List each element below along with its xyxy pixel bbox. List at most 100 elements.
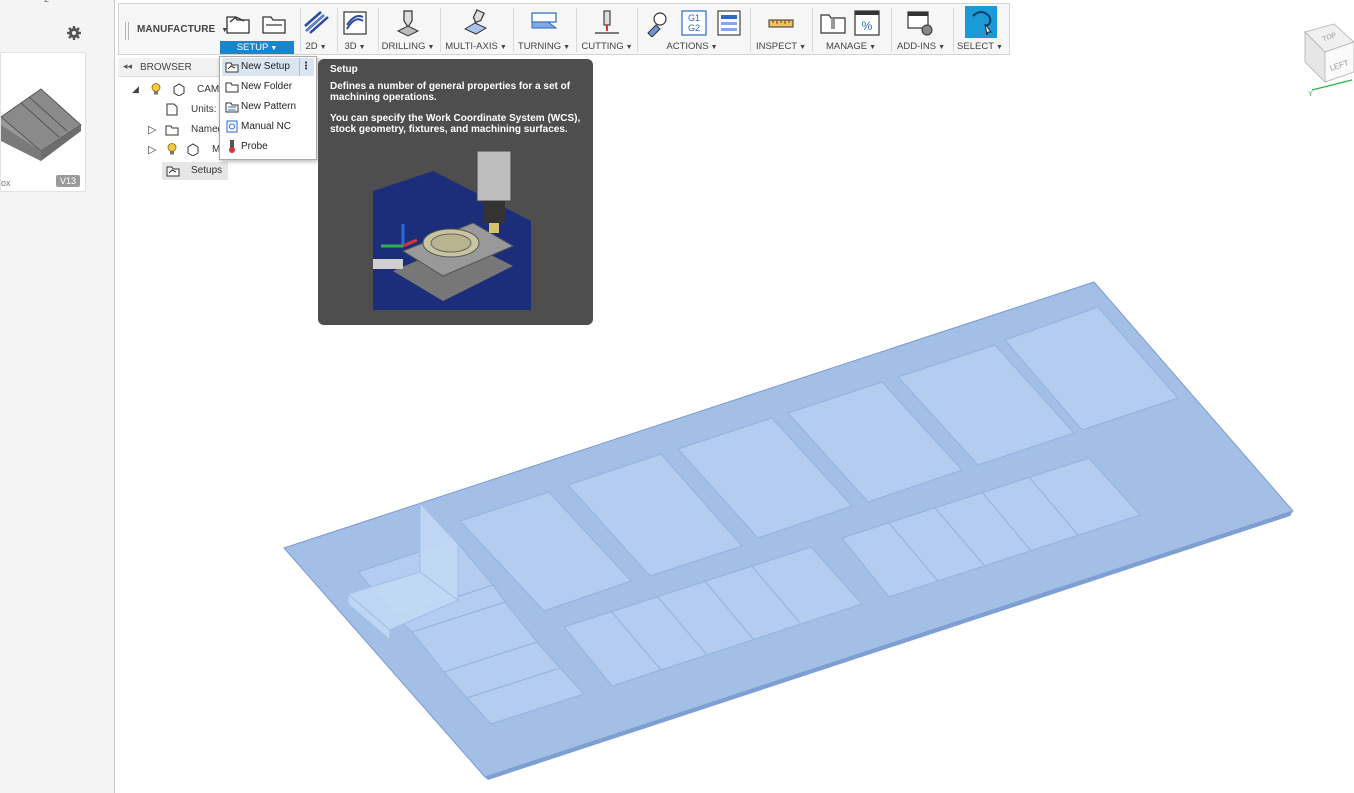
inspect-group[interactable]: INSPECT ▼ — [754, 4, 808, 54]
2d-group[interactable]: 2D ▼ — [301, 4, 331, 54]
separator — [576, 8, 577, 52]
menu-item-label: New Folder — [241, 81, 293, 92]
tree-row-cam[interactable]: ◢ CAM — [130, 81, 230, 99]
setup-group[interactable]: SETUP ▼ — [220, 4, 294, 54]
drilling-group[interactable]: DRILLING ▼ — [381, 4, 435, 54]
workspace-label: MANUFACTURE — [137, 24, 216, 35]
cutting-group-label: CUTTING ▼ — [581, 41, 633, 52]
toolbar: MANUFACTURE ▼ SETUP ▼ 2D ▼ 3D ▼ DRILLING… — [118, 3, 1010, 55]
toolbar-grip[interactable] — [125, 22, 129, 40]
menu-item-manual-nc[interactable]: Manual NC — [222, 118, 314, 136]
separator — [953, 8, 954, 52]
multi-axis-icon[interactable] — [462, 9, 490, 37]
model-icon — [187, 143, 199, 156]
separator — [513, 8, 514, 52]
viewcube[interactable]: TOP LEFT Y — [1300, 20, 1354, 100]
post-library-icon[interactable]: % — [853, 9, 881, 37]
2d-group-label: 2D ▼ — [305, 41, 327, 52]
select-group[interactable]: SELECT ▼ — [955, 4, 1005, 54]
data-panel: 2 ox V13 — [0, 0, 115, 793]
manage-group-label: MANAGE ▼ — [825, 41, 877, 52]
setup-illustration — [373, 151, 531, 310]
tree-label: Units: r — [191, 104, 223, 115]
simulate-icon[interactable] — [644, 9, 672, 37]
menu-item-label: New Pattern — [241, 101, 297, 112]
percent-text: % — [862, 19, 873, 33]
multi-axis-group[interactable]: MULTI-AXIS ▼ — [444, 4, 508, 54]
setups-icon — [166, 166, 180, 177]
design-thumbnail[interactable]: ox V13 — [0, 52, 86, 192]
separator — [378, 8, 379, 52]
measure-icon[interactable] — [767, 9, 795, 37]
cam-icon — [173, 83, 185, 96]
inspect-group-label: INSPECT ▼ — [755, 41, 807, 52]
turning-icon[interactable] — [530, 9, 558, 37]
expand-triangle-icon[interactable]: ◢ — [132, 84, 139, 95]
menu-item-new-pattern[interactable]: New Pattern — [222, 98, 314, 116]
3d-group[interactable]: 3D ▼ — [338, 4, 372, 54]
design-name: ox — [1, 178, 11, 188]
turning-group-label: TURNING ▼ — [517, 41, 571, 52]
actions-group-label: ACTIONS ▼ — [666, 41, 718, 52]
separator — [891, 8, 892, 52]
tree-label: Setups — [191, 165, 223, 176]
3d-toolpath-icon[interactable] — [341, 9, 369, 37]
new-folder-icon[interactable] — [260, 9, 288, 37]
expand-triangle-icon[interactable]: ▷ — [148, 123, 156, 136]
select-group-label: SELECT ▼ — [957, 41, 1003, 52]
scripts-icon[interactable] — [906, 9, 934, 37]
setup-dropdown-menu: New Setup ⋮ New Folder New Pattern Manua… — [219, 56, 317, 160]
post-process-icon[interactable]: G1 G2 — [680, 9, 708, 37]
y-axis-label: Y — [1308, 91, 1313, 98]
version-badge: V13 — [55, 175, 80, 187]
tooltip-title: Setup — [330, 64, 358, 75]
workspace-switcher[interactable]: MANUFACTURE ▼ — [137, 24, 228, 35]
tooltip-description: Defines a number of general properties f… — [330, 81, 571, 103]
menu-item-probe[interactable]: Probe — [222, 138, 314, 156]
probe-icon — [229, 140, 235, 153]
collapse-icon[interactable]: ◂◂ — [123, 61, 132, 72]
visibility-bulb-icon[interactable] — [167, 143, 177, 155]
separator — [812, 8, 813, 52]
gcode-g2-text: G2 — [688, 23, 700, 33]
tree-row-named-views[interactable]: ▷ Named — [130, 121, 230, 139]
add-ins-group-label: ADD-INS ▼ — [897, 41, 945, 52]
setup-tooltip: Setup Defines a number of general proper… — [318, 59, 593, 325]
multi-axis-group-label: MULTI-AXIS ▼ — [445, 41, 507, 52]
separator — [440, 8, 441, 52]
separator — [637, 8, 638, 52]
add-ins-group[interactable]: ADD-INS ▼ — [894, 4, 948, 54]
menu-item-label: Probe — [241, 141, 268, 152]
visibility-bulb-icon[interactable] — [151, 83, 161, 95]
pattern-icon — [225, 102, 239, 113]
gear-icon[interactable] — [66, 25, 82, 41]
select-icon[interactable] — [965, 6, 997, 38]
tree-label: CAM — [197, 84, 220, 95]
turning-group[interactable]: TURNING ▼ — [517, 4, 571, 54]
tree-row-units[interactable]: Units: r — [130, 101, 230, 119]
new-setup-icon — [225, 62, 239, 73]
actions-group[interactable]: G1 G2 ACTIONS ▼ — [639, 4, 745, 54]
menu-item-new-setup[interactable]: New Setup ⋮ — [222, 58, 314, 76]
menu-item-label: New Setup — [241, 61, 290, 72]
tooltip-detail: You can specify the Work Coordinate Syst… — [330, 113, 581, 135]
cutting-group[interactable]: CUTTING ▼ — [581, 4, 633, 54]
2d-toolpath-icon[interactable] — [302, 9, 330, 37]
tool-library-icon[interactable] — [819, 9, 847, 37]
more-options-icon[interactable]: ⋮ — [299, 58, 312, 76]
expand-triangle-icon[interactable]: ▷ — [148, 143, 156, 156]
cutting-icon[interactable] — [593, 9, 621, 37]
folder-icon — [165, 125, 179, 136]
panel-top-mark: 2 — [44, 0, 49, 4]
menu-item-new-folder[interactable]: New Folder — [222, 78, 314, 96]
manage-group[interactable]: % MANAGE ▼ — [815, 4, 887, 54]
setup-sheet-icon[interactable] — [715, 9, 743, 37]
tree-row-setups[interactable]: Setups — [162, 162, 228, 180]
tree-row-models[interactable]: ▷ M — [130, 141, 230, 159]
document-icon — [166, 103, 178, 116]
menu-item-label: Manual NC — [241, 121, 292, 132]
manual-nc-icon — [226, 120, 238, 133]
gcode-g1-text: G1 — [688, 13, 700, 23]
new-setup-icon[interactable] — [224, 9, 252, 37]
drill-icon[interactable] — [394, 9, 422, 37]
